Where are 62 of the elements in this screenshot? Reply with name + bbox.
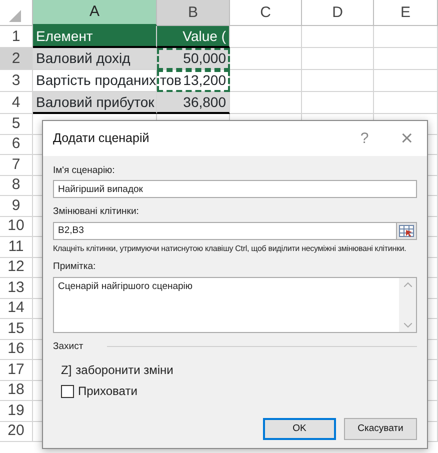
table-cell: 13,200	[183, 72, 226, 89]
checkbox[interactable]	[61, 385, 74, 398]
ok-button[interactable]: OK	[263, 418, 336, 440]
row-header[interactable]: 7	[0, 155, 33, 176]
grid-cell[interactable]: Валовий дохід	[33, 48, 157, 70]
row-header[interactable]: 3	[0, 70, 33, 92]
row-header[interactable]: 1	[0, 26, 33, 48]
column-header[interactable]: C	[230, 0, 302, 26]
column-header[interactable]: E	[374, 0, 438, 26]
checkbox-label[interactable]: заборонити зміни	[76, 363, 174, 378]
close-button[interactable]: ×	[396, 128, 417, 149]
row-header[interactable]: 18	[0, 380, 33, 401]
row-header[interactable]: 10	[0, 216, 33, 237]
row-header[interactable]: 12	[0, 258, 33, 278]
corner-triangle-icon	[8, 10, 20, 22]
row-header[interactable]: 14	[0, 298, 33, 319]
table-cell: 50,000	[183, 50, 226, 67]
table-cell: Валовий прибуток	[36, 94, 154, 110]
table-cell: Value (	[182, 28, 226, 44]
row-header[interactable]: 16	[0, 340, 33, 360]
comment-field[interactable]: Сценарій найгіршого сценарію	[53, 276, 417, 333]
column-header[interactable]: D	[302, 0, 374, 26]
cells-field[interactable]: B2,B3	[53, 222, 397, 240]
scrollbar[interactable]	[399, 278, 416, 332]
scroll-down-icon[interactable]	[404, 322, 412, 328]
row-header[interactable]: 13	[0, 278, 33, 298]
row-header[interactable]: 11	[0, 237, 33, 258]
column-header[interactable]: A	[33, 0, 157, 26]
dialog-title: Додати сценарій	[53, 131, 150, 146]
scroll-up-icon[interactable]	[404, 282, 412, 287]
column-header[interactable]: B	[157, 0, 230, 26]
name-field[interactable]: Найгірший випадок	[53, 180, 417, 198]
row-header[interactable]: 19	[0, 401, 33, 422]
grid-cell[interactable]: Валовий прибуток	[33, 92, 157, 114]
range-select-icon	[399, 224, 414, 237]
checkbox[interactable]: Z]	[61, 363, 72, 378]
grid-cell[interactable]: Елемент	[33, 26, 157, 48]
table-cell: Елемент	[36, 28, 93, 44]
section-label: Захист	[53, 340, 84, 352]
table-cell: Вартість проданих тов	[36, 72, 182, 89]
row-header[interactable]: 6	[0, 134, 33, 155]
row-header[interactable]: 4	[0, 92, 33, 114]
hint-text: Клацніть клітинки, утримуючи натиснутою клавішу Ctrl, щоб виділити несуміжні змінювані клітинки.	[53, 244, 408, 254]
range-button[interactable]	[397, 222, 417, 240]
table-cell: 36,800	[183, 94, 226, 110]
row-header[interactable]: 2	[0, 48, 33, 70]
grid-cell[interactable]: Value (	[157, 26, 230, 48]
select-all-button[interactable]	[0, 0, 33, 26]
help-button[interactable]: ?	[356, 131, 373, 146]
row-header[interactable]: 15	[0, 319, 33, 340]
field-label: Ім'я сценарію:	[53, 165, 116, 176]
checkbox-label[interactable]: Приховати	[78, 384, 138, 399]
row-header[interactable]: 9	[0, 196, 33, 216]
row-header[interactable]: 8	[0, 176, 33, 196]
field-label: Змінювані клітинки:	[53, 206, 140, 218]
grid-cell[interactable]: 36,800	[157, 92, 230, 114]
cancel-button[interactable]: Скасувати	[344, 418, 417, 440]
field-label: Примітка:	[53, 261, 97, 273]
table-cell: Валовий дохід	[36, 50, 130, 67]
row-header[interactable]: 17	[0, 360, 33, 380]
row-header[interactable]: 5	[0, 114, 33, 134]
row-header[interactable]: 20	[0, 422, 33, 442]
